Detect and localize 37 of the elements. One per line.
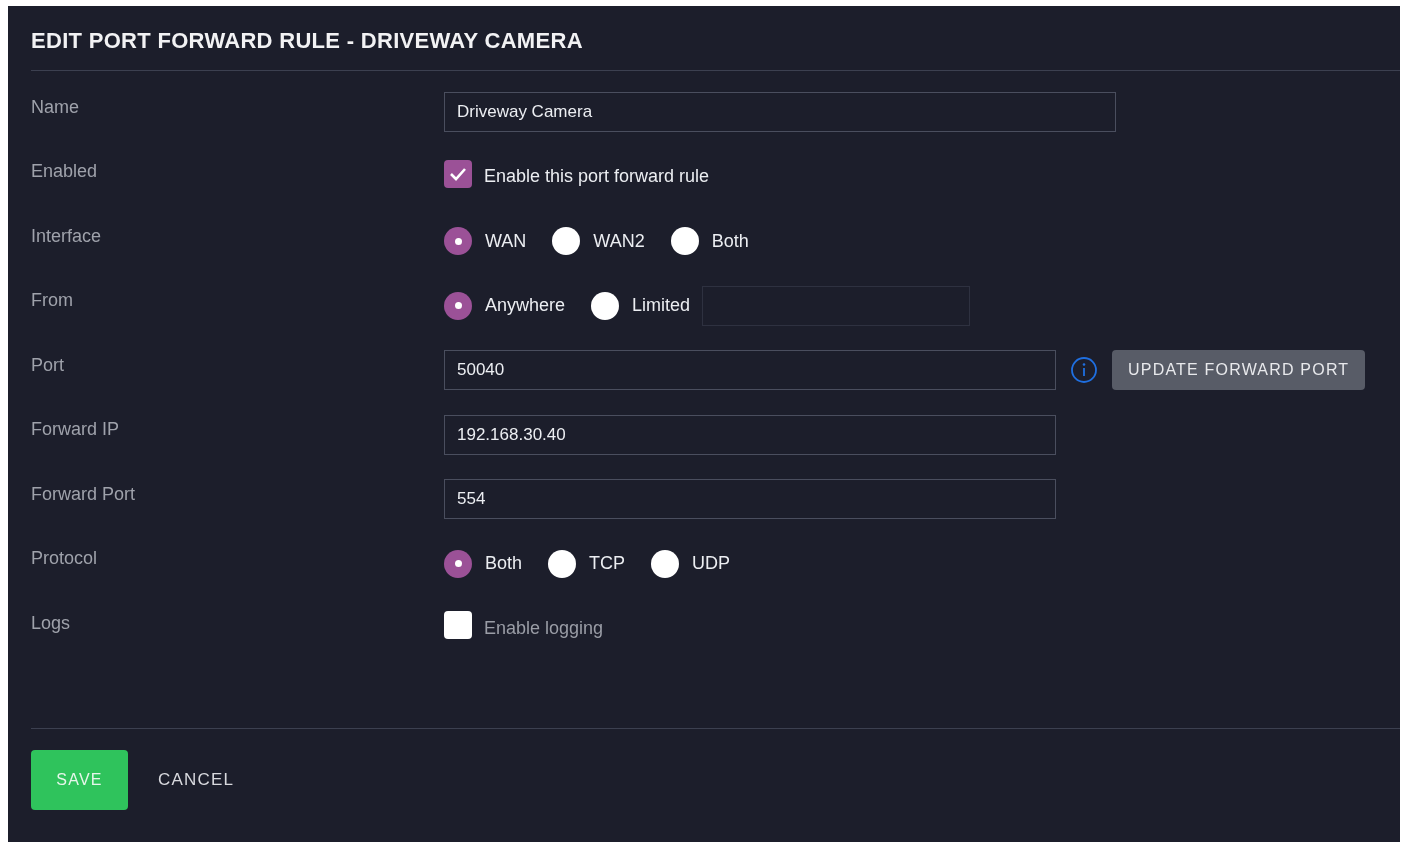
radio-label: TCP <box>589 553 626 575</box>
checkbox-label: Enable this port forward rule <box>484 166 710 188</box>
radio-label: Limited <box>632 295 691 317</box>
radio-button[interactable] <box>591 291 620 320</box>
radio-button[interactable] <box>444 227 472 256</box>
radio-label: Anywhere <box>485 295 566 317</box>
field-label: Interface <box>31 225 102 247</box>
text-field[interactable]: 192.168.30.40 <box>444 414 1056 455</box>
checkbox[interactable] <box>444 159 472 188</box>
radio-button[interactable] <box>444 291 472 320</box>
field-label: Protocol <box>31 548 98 570</box>
field-label: From <box>31 290 73 312</box>
checkbox[interactable] <box>444 611 472 640</box>
info-icon[interactable] <box>1070 356 1098 385</box>
radio-button[interactable] <box>444 549 472 578</box>
field-label: Name <box>31 96 79 118</box>
radio-label: UDP <box>692 553 731 575</box>
radio-button[interactable] <box>552 227 581 256</box>
dialog-title: EDIT PORT FORWARD RULE - DRIVEWAY CAMERA <box>31 27 584 55</box>
cancel-button[interactable]: CANCEL <box>142 762 251 798</box>
field-label: Forward Port <box>31 483 136 505</box>
text-field[interactable]: Driveway Camera <box>444 92 1116 133</box>
checkbox-label: Enable logging <box>484 617 604 639</box>
field-label: Logs <box>31 612 71 634</box>
radio-label: Both <box>485 553 523 575</box>
field-label: Forward IP <box>31 419 120 441</box>
radio-button[interactable] <box>670 227 699 256</box>
radio-button[interactable] <box>651 549 680 578</box>
radio-label: WAN2 <box>593 230 645 252</box>
radio-label: Both <box>711 230 749 252</box>
text-field[interactable]: 50040 <box>444 350 1056 391</box>
text-field[interactable]: 554 <box>444 479 1056 520</box>
radio-button[interactable] <box>548 549 577 578</box>
update-forward-port-button[interactable]: UPDATE FORWARD PORT <box>1112 350 1366 391</box>
field-label: Port <box>31 354 64 376</box>
radio-label: WAN <box>485 230 527 252</box>
field-label: Enabled <box>31 161 98 183</box>
